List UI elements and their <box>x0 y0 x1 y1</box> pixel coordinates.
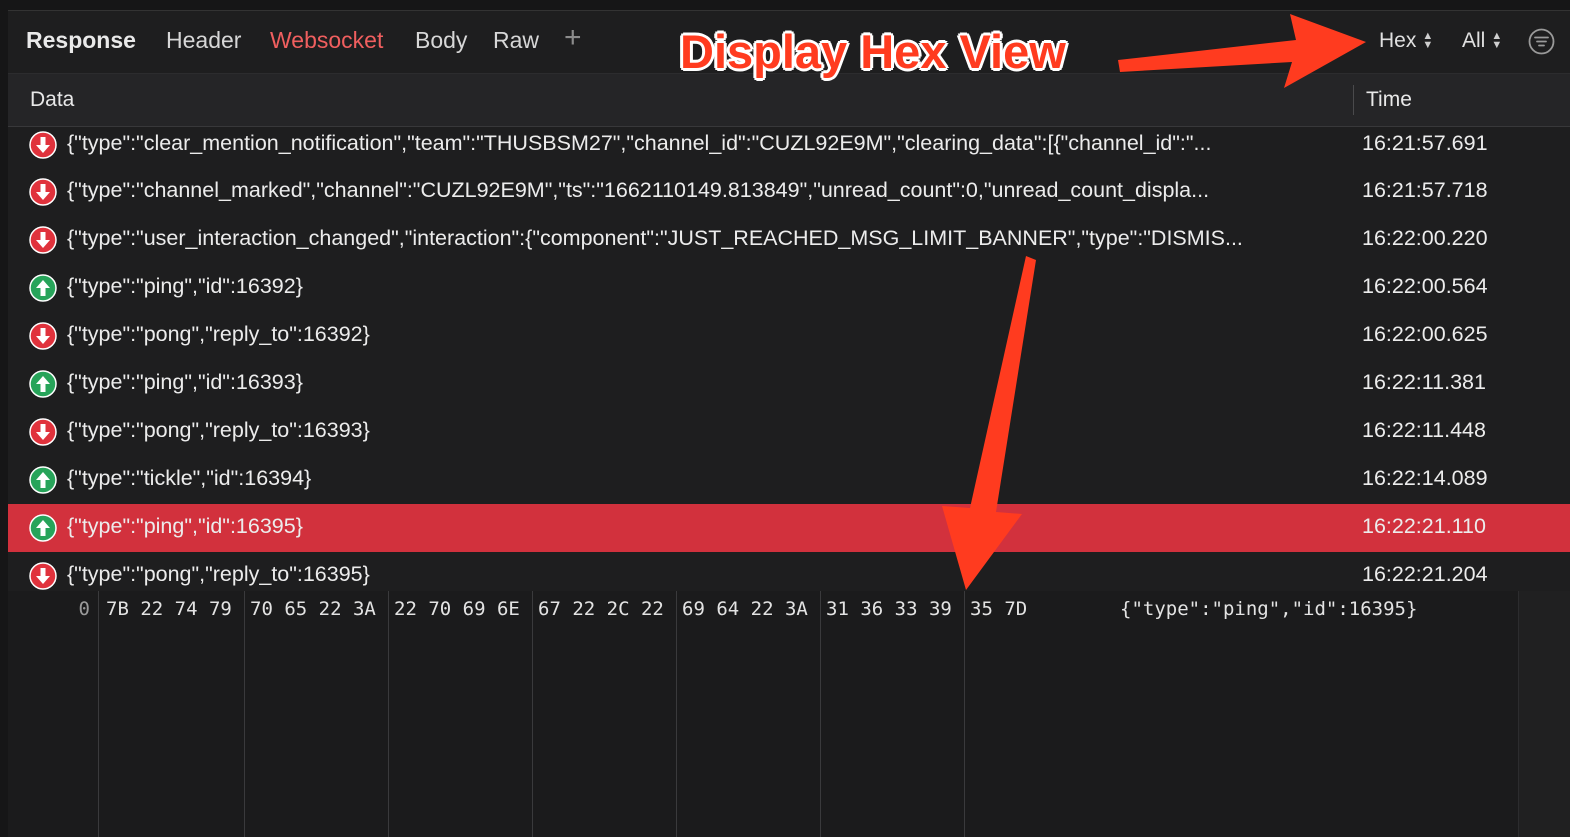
direction-filter-value: All <box>1462 29 1486 52</box>
hex-scrollbar[interactable] <box>1518 591 1570 837</box>
window-top-strip <box>0 0 1570 10</box>
format-select-value: Hex <box>1379 29 1417 52</box>
hex-byte-group: 67 22 2C 22 <box>538 598 664 620</box>
hex-byte-group: 69 64 22 3A <box>682 598 808 620</box>
column-header-time[interactable]: Time <box>1366 88 1412 112</box>
message-data: {"type":"user_interaction_changed","inte… <box>67 226 1243 250</box>
received-arrow-icon <box>29 131 57 159</box>
hex-ascii-text: {"type":"ping","id":16395} <box>1120 598 1418 620</box>
message-data: {"type":"ping","id":16395} <box>67 514 303 538</box>
message-row[interactable]: {"type":"ping","id":16392} 16:22:00.564 <box>8 264 1570 312</box>
message-data: {"type":"tickle","id":16394} <box>67 466 312 490</box>
hex-byte-group: 35 7D <box>970 598 1028 620</box>
message-time: 16:22:11.448 <box>1362 418 1486 442</box>
hex-column-divider <box>98 591 99 837</box>
hex-column-divider <box>244 591 245 837</box>
message-row[interactable]: {"type":"clear_mention_notification","te… <box>8 127 1570 169</box>
annotation-label: Display Hex View <box>680 25 1066 78</box>
format-select[interactable]: Hex ▲ ▼ <box>1379 29 1433 53</box>
message-data: {"type":"clear_mention_notification","te… <box>67 131 1212 155</box>
messages-table-header: Data Time <box>8 74 1570 127</box>
message-time: 16:22:21.110 <box>1362 514 1486 538</box>
chevron-updown-icon: ▲ ▼ <box>1491 30 1503 52</box>
message-row[interactable]: {"type":"user_interaction_changed","inte… <box>8 216 1570 264</box>
hex-byte-group: 22 70 69 6E <box>394 598 520 620</box>
chevron-updown-icon: ▲ ▼ <box>1422 30 1434 52</box>
message-row[interactable]: {"type":"ping","id":16393} 16:22:11.381 <box>8 360 1570 408</box>
tab-body[interactable]: Body <box>415 27 467 54</box>
received-arrow-icon <box>29 562 57 590</box>
message-data: {"type":"ping","id":16393} <box>67 370 303 394</box>
hex-column-divider <box>676 591 677 837</box>
message-row[interactable]: {"type":"pong","reply_to":16392} 16:22:00… <box>8 312 1570 360</box>
message-data: {"type":"channel_marked","channel":"CUZL… <box>67 178 1210 202</box>
message-time: 16:21:57.691 <box>1362 131 1488 155</box>
add-tab-button[interactable]: + <box>564 21 582 55</box>
sent-arrow-icon <box>29 274 57 302</box>
message-time: 16:22:00.220 <box>1362 226 1488 250</box>
response-panel: Response Header Websocket Body Raw + Hex… <box>8 10 1570 837</box>
sent-arrow-icon <box>29 370 57 398</box>
message-data: {"type":"pong","reply_to":16393} <box>67 418 370 442</box>
sent-arrow-icon <box>29 514 57 542</box>
hex-column-divider <box>532 591 533 837</box>
sent-arrow-icon <box>29 466 57 494</box>
hex-column-divider <box>820 591 821 837</box>
message-data: {"type":"ping","id":16392} <box>67 274 303 298</box>
tab-header[interactable]: Header <box>166 27 241 54</box>
message-row[interactable]: {"type":"pong","reply_to":16393} 16:22:11… <box>8 408 1570 456</box>
message-row[interactable]: {"type":"tickle","id":16394} 16:22:14.089 <box>8 456 1570 504</box>
message-time: 16:22:14.089 <box>1362 466 1488 490</box>
message-row[interactable]: {"type":"channel_marked","channel":"CUZL… <box>8 168 1570 216</box>
hex-byte-group: 7B 22 74 79 <box>106 598 232 620</box>
hex-column-divider <box>388 591 389 837</box>
message-time: 16:21:57.718 <box>1362 178 1488 202</box>
hex-byte-group: 70 65 22 3A <box>250 598 376 620</box>
received-arrow-icon <box>29 226 57 254</box>
message-time: 16:22:00.564 <box>1362 274 1488 298</box>
received-arrow-icon <box>29 418 57 446</box>
column-header-data[interactable]: Data <box>30 88 74 112</box>
hex-view: 0 {"type":"ping","id":16395} 7B 22 74 79… <box>8 591 1570 837</box>
filter-icon[interactable] <box>1528 28 1555 60</box>
message-time: 16:22:11.381 <box>1362 370 1486 394</box>
message-time: 16:22:21.204 <box>1362 562 1488 586</box>
received-arrow-icon <box>29 322 57 350</box>
tab-raw[interactable]: Raw <box>493 27 539 54</box>
message-row[interactable]: {"type":"ping","id":16395} 16:22:21.110 <box>8 504 1570 552</box>
hex-offset: 0 <box>78 598 90 620</box>
messages-list: {"type":"clear_mention_notification","te… <box>8 127 1570 591</box>
tab-websocket[interactable]: Websocket <box>270 27 383 54</box>
direction-filter-select[interactable]: All ▲ ▼ <box>1462 29 1502 53</box>
received-arrow-icon <box>29 178 57 206</box>
response-title: Response <box>26 27 136 53</box>
hex-column-divider <box>964 591 965 837</box>
message-time: 16:22:00.625 <box>1362 322 1488 346</box>
message-data: {"type":"pong","reply_to":16395} <box>67 562 370 586</box>
message-row[interactable]: {"type":"pong","reply_to":16395} 16:22:21… <box>8 552 1570 591</box>
hex-byte-group: 31 36 33 39 <box>826 598 952 620</box>
message-data: {"type":"pong","reply_to":16392} <box>67 322 370 346</box>
column-resize-handle[interactable] <box>1353 85 1354 115</box>
